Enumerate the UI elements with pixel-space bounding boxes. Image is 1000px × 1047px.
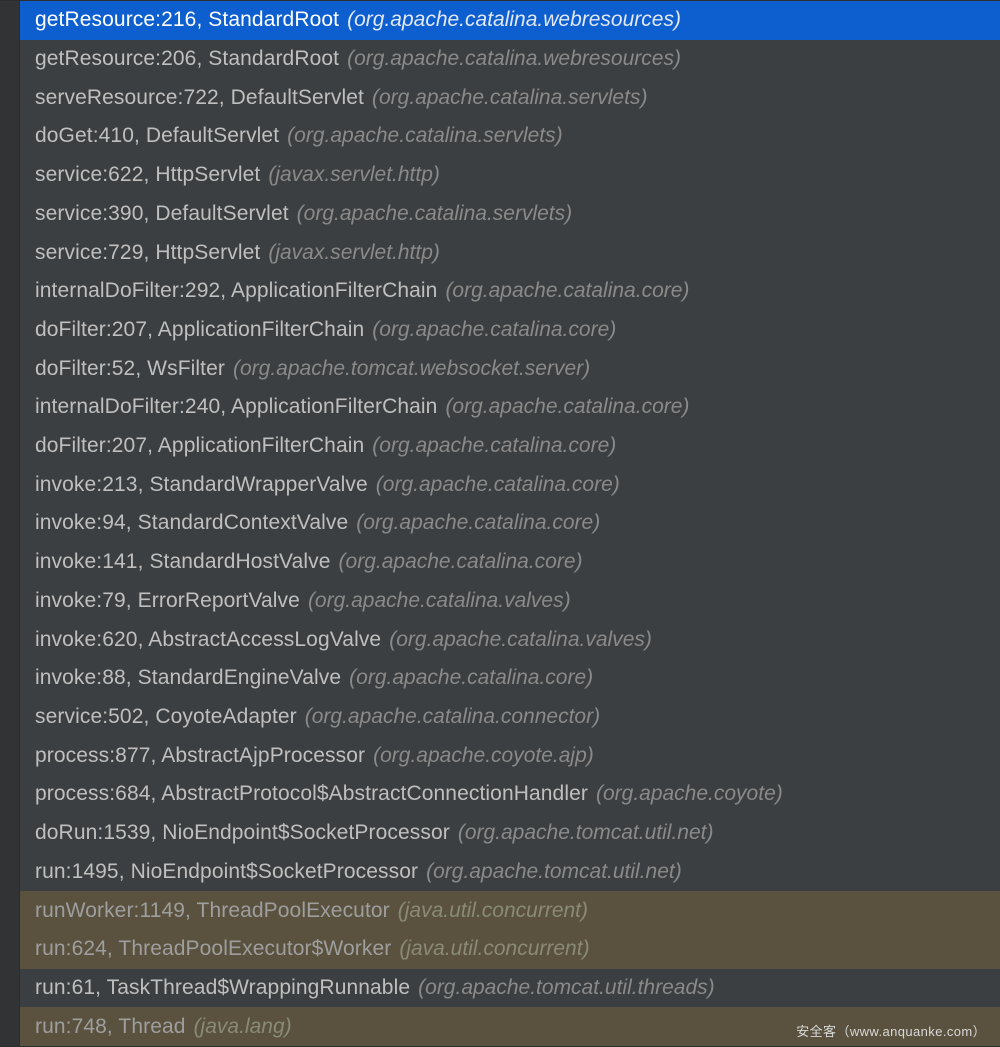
stack-frame[interactable]: run:624, ThreadPoolExecutor$Worker (java.… [20,930,1000,969]
frame-main-label: getResource:206, StandardRoot [35,47,339,71]
frame-main-label: doRun:1539, NioEndpoint$SocketProcessor [35,821,450,845]
frame-main-label: invoke:141, StandardHostValve [35,550,331,574]
frame-main-label: invoke:213, StandardWrapperValve [35,473,368,497]
stack-frame[interactable]: process:684, AbstractProtocol$AbstractCo… [20,775,1000,814]
frame-main-label: serveResource:722, DefaultServlet [35,86,364,110]
frame-main-label: doFilter:52, WsFilter [35,357,225,381]
stack-frames-list: getResource:216, StandardRoot (org.apache… [20,1,1000,1046]
stack-frame[interactable]: runWorker:1149, ThreadPoolExecutor (java.… [20,891,1000,930]
stack-frame[interactable]: service:502, CoyoteAdapter (org.apache.ca… [20,698,1000,737]
frame-package-label: (javax.servlet.http) [268,241,440,265]
frame-package-label: (org.apache.catalina.connector) [305,705,600,729]
stack-frame[interactable]: run:61, TaskThread$WrappingRunnable (org.… [20,969,1000,1008]
frame-package-label: (org.apache.coyote.ajp) [373,744,594,768]
frame-package-label: (org.apache.catalina.servlets) [297,202,572,226]
panel-gutter [0,1,20,1046]
frame-main-label: doFilter:207, ApplicationFilterChain [35,434,364,458]
frame-package-label: (org.apache.tomcat.util.net) [426,860,682,884]
stack-frame[interactable]: internalDoFilter:240, ApplicationFilterC… [20,388,1000,427]
frame-package-label: (org.apache.catalina.valves) [389,628,652,652]
frame-package-label: (org.apache.catalina.servlets) [287,124,562,148]
frame-package-label: (java.util.concurrent) [399,937,589,961]
frame-main-label: run:748, Thread [35,1015,186,1039]
stack-frame[interactable]: internalDoFilter:292, ApplicationFilterC… [20,272,1000,311]
stack-frame[interactable]: service:622, HttpServlet (javax.servlet.h… [20,156,1000,195]
frame-package-label: (org.apache.tomcat.util.threads) [418,976,714,1000]
frame-main-label: process:877, AbstractAjpProcessor [35,744,365,768]
stack-frame[interactable]: getResource:206, StandardRoot (org.apache… [20,40,1000,79]
stack-frame[interactable]: getResource:216, StandardRoot (org.apache… [20,1,1000,40]
stack-frame[interactable]: invoke:620, AbstractAccessLogValve (org.a… [20,620,1000,659]
stack-frame[interactable]: doFilter:207, ApplicationFilterChain (org… [20,427,1000,466]
stack-frame[interactable]: service:390, DefaultServlet (org.apache.c… [20,195,1000,234]
stack-frame[interactable]: invoke:79, ErrorReportValve (org.apache.c… [20,582,1000,621]
stack-frame[interactable]: invoke:94, StandardContextValve (org.apac… [20,504,1000,543]
frame-package-label: (org.apache.catalina.servlets) [372,86,647,110]
stack-frame[interactable]: run:1495, NioEndpoint$SocketProcessor (or… [20,852,1000,891]
frame-package-label: (org.apache.coyote) [596,782,783,806]
frame-package-label: (org.apache.catalina.core) [372,434,616,458]
stack-frame[interactable]: doRun:1539, NioEndpoint$SocketProcessor (… [20,814,1000,853]
stack-frame[interactable]: doGet:410, DefaultServlet (org.apache.cat… [20,117,1000,156]
frame-package-label: (javax.servlet.http) [268,163,440,187]
frame-main-label: getResource:216, StandardRoot [35,8,339,32]
frame-package-label: (org.apache.catalina.core) [376,473,620,497]
stack-frames-panel: getResource:216, StandardRoot (org.apache… [0,0,1000,1047]
frame-main-label: invoke:88, StandardEngineValve [35,666,341,690]
frame-package-label: (org.apache.tomcat.util.net) [458,821,714,845]
stack-frame[interactable]: invoke:88, StandardEngineValve (org.apach… [20,659,1000,698]
frame-package-label: (org.apache.catalina.webresources) [347,47,681,71]
frame-main-label: runWorker:1149, ThreadPoolExecutor [35,899,390,923]
frame-main-label: service:390, DefaultServlet [35,202,289,226]
frame-main-label: run:1495, NioEndpoint$SocketProcessor [35,860,418,884]
frame-main-label: doFilter:207, ApplicationFilterChain [35,318,364,342]
stack-frame[interactable]: doFilter:52, WsFilter (org.apache.tomcat.… [20,349,1000,388]
frame-main-label: run:61, TaskThread$WrappingRunnable [35,976,410,1000]
frame-package-label: (java.lang) [194,1015,292,1039]
frame-main-label: internalDoFilter:292, ApplicationFilterC… [35,279,437,303]
stack-frame[interactable]: doFilter:207, ApplicationFilterChain (org… [20,311,1000,350]
frame-package-label: (java.util.concurrent) [398,899,588,923]
frame-package-label: (org.apache.catalina.core) [349,666,593,690]
frame-main-label: service:729, HttpServlet [35,241,260,265]
frame-package-label: (org.apache.catalina.core) [445,395,689,419]
stack-frame[interactable]: service:729, HttpServlet (javax.servlet.h… [20,233,1000,272]
frame-main-label: invoke:620, AbstractAccessLogValve [35,628,381,652]
frame-main-label: service:622, HttpServlet [35,163,260,187]
frame-main-label: invoke:79, ErrorReportValve [35,589,300,613]
frame-main-label: internalDoFilter:240, ApplicationFilterC… [35,395,437,419]
frame-main-label: doGet:410, DefaultServlet [35,124,279,148]
stack-frame[interactable]: serveResource:722, DefaultServlet (org.ap… [20,78,1000,117]
frame-main-label: service:502, CoyoteAdapter [35,705,297,729]
frame-main-label: run:624, ThreadPoolExecutor$Worker [35,937,391,961]
stack-frame[interactable]: invoke:141, StandardHostValve (org.apache… [20,543,1000,582]
frame-main-label: process:684, AbstractProtocol$AbstractCo… [35,782,588,806]
watermark-text: 安全客（www.anquanke.com） [796,1021,986,1040]
frame-package-label: (org.apache.catalina.core) [372,318,616,342]
stack-frame[interactable]: invoke:213, StandardWrapperValve (org.apa… [20,465,1000,504]
frame-package-label: (org.apache.catalina.core) [445,279,689,303]
frame-package-label: (org.apache.tomcat.websocket.server) [233,357,590,381]
stack-frame[interactable]: process:877, AbstractAjpProcessor (org.ap… [20,736,1000,775]
frame-package-label: (org.apache.catalina.valves) [308,589,571,613]
frame-package-label: (org.apache.catalina.webresources) [347,8,681,32]
frame-package-label: (org.apache.catalina.core) [339,550,583,574]
frame-package-label: (org.apache.catalina.core) [356,511,600,535]
frame-main-label: invoke:94, StandardContextValve [35,511,348,535]
